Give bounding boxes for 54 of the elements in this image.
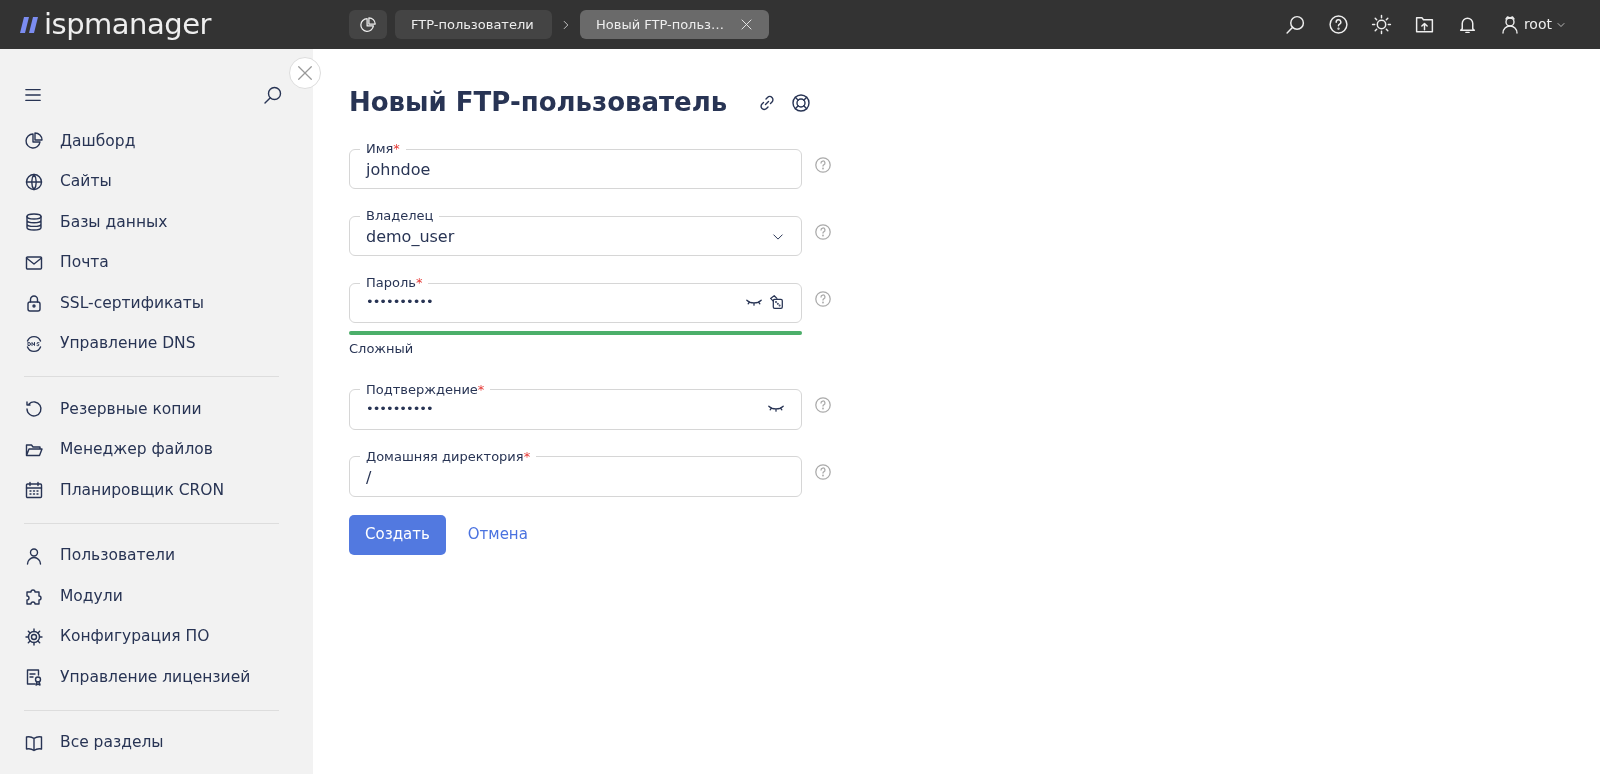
pie-chart-icon [359, 15, 377, 34]
search-button[interactable] [263, 85, 283, 105]
logo-icon [20, 16, 40, 33]
help-icon [1327, 14, 1349, 35]
breadcrumb-tab[interactable]: Новый FTP-польз… [580, 10, 769, 39]
sidebar-item[interactable]: Конфигурация ПО [0, 616, 313, 657]
sidebar-item[interactable]: Пользователи [0, 535, 313, 576]
sun-icon [1370, 14, 1392, 35]
sidebar-item[interactable]: Управление DNS [0, 323, 313, 364]
calendar-icon [24, 480, 44, 501]
lifebuoy-icon [791, 92, 812, 113]
database-icon [24, 212, 44, 233]
help-button[interactable] [1327, 14, 1349, 35]
sun-button[interactable] [1370, 14, 1392, 35]
puzzle-icon [24, 586, 44, 607]
user-menu-button[interactable]: root [1499, 14, 1566, 35]
sidebar-item[interactable]: Резервные копии [0, 389, 313, 430]
sidebar-item[interactable]: Все разделы [0, 722, 313, 763]
close-icon [296, 64, 314, 82]
circular-arrow-icon [24, 399, 44, 420]
upload-folder-button[interactable] [1413, 14, 1435, 35]
sidebar-item[interactable]: Сайты [0, 161, 313, 202]
sidebar-item[interactable]: Почта [0, 242, 313, 283]
sidebar-item[interactable]: Модули [0, 576, 313, 617]
pie-chart-icon [24, 131, 44, 152]
search-icon [263, 85, 283, 105]
breadcrumb-tab[interactable]: FTP-пользователи [395, 10, 552, 39]
upload-folder-icon [1413, 14, 1435, 35]
certificate-icon [24, 667, 44, 688]
person-icon [24, 545, 44, 566]
sidebar-item[interactable]: SSL-сертификаты [0, 283, 313, 324]
dashboard-button[interactable] [349, 10, 387, 39]
strength-label: Сложный [349, 340, 415, 359]
create-button[interactable]: Создать [349, 514, 446, 555]
globe-icon [24, 171, 44, 192]
sidebar-item[interactable]: Базы данных [0, 202, 313, 243]
sidebar-item[interactable]: Планировщик CRON [0, 470, 313, 511]
close-icon [740, 18, 753, 31]
sidebar-item[interactable]: Дашборд [0, 121, 313, 162]
help-button[interactable] [791, 92, 812, 113]
gear-icon [24, 626, 44, 647]
cancel-link[interactable]: Отмена [467, 523, 528, 546]
sidebar-item[interactable]: Управление лицензией [0, 657, 313, 698]
lock-icon [24, 293, 44, 314]
menu-button[interactable] [24, 86, 42, 104]
dns-icon [24, 333, 44, 354]
sidebar-item[interactable]: Менеджер файлов [0, 429, 313, 470]
menu-icon [24, 86, 42, 104]
user-icon [1499, 14, 1520, 35]
page-title: Новый FTP-пользователь [349, 87, 728, 119]
search-button[interactable] [1284, 14, 1306, 35]
logo-text: ispmanager [44, 10, 211, 39]
search-icon [1284, 14, 1306, 35]
dice-icon[interactable] [767, 292, 785, 311]
